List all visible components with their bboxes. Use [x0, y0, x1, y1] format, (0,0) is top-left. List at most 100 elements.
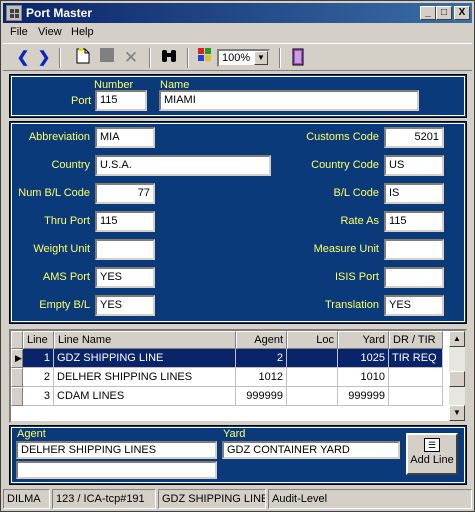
- footer-panel: Agent DELHER SHIPPING LINES Yard GDZ CON…: [9, 425, 467, 485]
- table-row[interactable]: 3 CDAM LINES 999999 999999: [11, 387, 449, 406]
- menu-file[interactable]: File: [10, 26, 28, 38]
- delete-icon[interactable]: ✕: [121, 48, 141, 68]
- toolbar-separator: [279, 48, 281, 68]
- country-code-field[interactable]: US: [384, 155, 444, 176]
- cell-line-name: DELHER SHIPPING LINES: [54, 368, 236, 387]
- port-number-field[interactable]: 115: [95, 90, 147, 111]
- binoculars-icon[interactable]: [159, 48, 179, 68]
- column-header-loc[interactable]: Loc: [287, 331, 338, 349]
- country-code-label: Country Code: [311, 159, 379, 171]
- cell-yard: 1025: [338, 349, 389, 368]
- menu-bar: File View Help: [3, 24, 472, 42]
- cell-dr-tir: TIR REQ: [389, 349, 443, 368]
- column-header-dr-tir[interactable]: DR / TIR: [389, 331, 443, 349]
- window-title: Port Master: [26, 6, 93, 20]
- rate-as-field[interactable]: 115: [384, 211, 444, 232]
- maximize-button[interactable]: □: [436, 6, 452, 20]
- cell-line-name: CDAM LINES: [54, 387, 236, 406]
- column-header-line[interactable]: Line: [23, 331, 54, 349]
- port-name-field[interactable]: MIAMI: [159, 90, 419, 111]
- yard-field[interactable]: GDZ CONTAINER YARD: [222, 441, 400, 459]
- cell-dr-tir: [389, 387, 443, 406]
- menu-view[interactable]: View: [38, 26, 62, 38]
- empty-bl-field[interactable]: YES: [95, 295, 155, 316]
- agent-label: Agent: [17, 428, 46, 440]
- customs-code-field[interactable]: 5201: [384, 127, 444, 148]
- toolbar: ❮ ❯ ✕ 100% ▼: [3, 43, 472, 71]
- cell-loc: [287, 368, 338, 387]
- cell-agent: 2: [236, 349, 287, 368]
- cell-yard: 1010: [338, 368, 389, 387]
- cell-loc: [287, 349, 338, 368]
- title-bar[interactable]: Port Master _ □ X: [3, 3, 472, 23]
- port-header-panel: Number Name Port 115 MIAMI: [9, 74, 467, 118]
- column-header-agent[interactable]: Agent: [236, 331, 287, 349]
- num-bl-code-field[interactable]: 77: [95, 183, 155, 204]
- shipping-lines-grid[interactable]: Line Line Name Agent Loc Yard DR / TIR ▶…: [9, 329, 467, 423]
- ams-port-label: AMS Port: [42, 271, 90, 283]
- status-audit-level: Audit-Level: [268, 489, 472, 509]
- zoom-grid-icon[interactable]: [195, 48, 215, 68]
- translation-field[interactable]: YES: [384, 295, 444, 316]
- forward-arrow-icon[interactable]: ❯: [34, 48, 54, 68]
- country-field[interactable]: U.S.A.: [95, 155, 271, 176]
- cell-line: 3: [23, 387, 54, 406]
- row-selected-indicator-icon: ▶: [11, 349, 23, 368]
- column-header-yard[interactable]: Yard: [338, 331, 389, 349]
- rate-as-label: Rate As: [340, 215, 379, 227]
- table-row[interactable]: 2 DELHER SHIPPING LINES 1012 1010: [11, 368, 449, 387]
- cell-line-name: GDZ SHIPPING LINE: [54, 349, 236, 368]
- cell-line: 2: [23, 368, 54, 387]
- grid-corner: [11, 331, 23, 349]
- measure-unit-field[interactable]: [384, 239, 444, 260]
- status-connection: 123 / ICA-tcp#191: [52, 489, 156, 509]
- cell-agent: 999999: [236, 387, 287, 406]
- cell-dr-tir: [389, 368, 443, 387]
- bl-code-label: B/L Code: [333, 187, 379, 199]
- menu-help[interactable]: Help: [71, 26, 94, 38]
- port-details-panel: Abbreviation MIA Country U.S.A. Num B/L …: [9, 121, 467, 324]
- scroll-down-icon[interactable]: ▼: [449, 405, 465, 421]
- cell-loc: [287, 387, 338, 406]
- port-label: Port: [71, 95, 92, 107]
- ams-port-field[interactable]: YES: [95, 267, 155, 288]
- country-label: Country: [51, 159, 90, 171]
- port-master-window: Port Master _ □ X File View Help ❮ ❯ ✕ 1…: [0, 0, 475, 512]
- app-icon: [6, 5, 22, 21]
- toolbar-separator: [187, 48, 189, 68]
- save-icon[interactable]: [97, 48, 117, 68]
- translation-label: Translation: [324, 299, 379, 311]
- cell-line: 1: [23, 349, 54, 368]
- grid-vertical-scrollbar[interactable]: ▲ ▼: [449, 331, 465, 421]
- abbreviation-field[interactable]: MIA: [95, 127, 155, 148]
- cell-agent: 1012: [236, 368, 287, 387]
- abbreviation-label: Abbreviation: [28, 131, 90, 143]
- chevron-down-icon[interactable]: ▼: [254, 51, 268, 65]
- exit-door-icon[interactable]: [288, 48, 308, 68]
- isis-port-label: ISIS Port: [334, 271, 379, 283]
- zoom-select[interactable]: 100% ▼: [217, 49, 270, 67]
- status-user: DILMA: [3, 489, 50, 509]
- new-document-icon[interactable]: [73, 48, 93, 68]
- toolbar-separator: [149, 48, 151, 68]
- close-button[interactable]: X: [454, 6, 470, 20]
- empty-bl-label: Empty B/L: [39, 299, 90, 311]
- num-bl-code-label: Num B/L Code: [18, 187, 90, 199]
- bl-code-field[interactable]: IS: [384, 183, 444, 204]
- back-arrow-icon[interactable]: ❮: [13, 48, 33, 68]
- add-line-button[interactable]: ☰ Add Line: [406, 433, 458, 475]
- add-line-label: Add Line: [410, 454, 454, 466]
- thru-port-field[interactable]: 115: [95, 211, 155, 232]
- scroll-thumb[interactable]: [449, 371, 465, 387]
- zoom-value: 100%: [222, 52, 251, 64]
- isis-port-field[interactable]: [384, 267, 444, 288]
- column-header-line-name[interactable]: Line Name: [54, 331, 236, 349]
- table-row[interactable]: ▶ 1 GDZ SHIPPING LINE 2 1025 TIR REQ: [11, 349, 449, 368]
- agent-field-secondary[interactable]: [16, 461, 217, 479]
- row-indicator: [11, 387, 23, 406]
- agent-field[interactable]: DELHER SHIPPING LINES: [16, 441, 217, 459]
- minimize-button[interactable]: _: [420, 6, 436, 20]
- scroll-up-icon[interactable]: ▲: [449, 331, 465, 347]
- weight-unit-field[interactable]: [95, 239, 155, 260]
- cell-yard: 999999: [338, 387, 389, 406]
